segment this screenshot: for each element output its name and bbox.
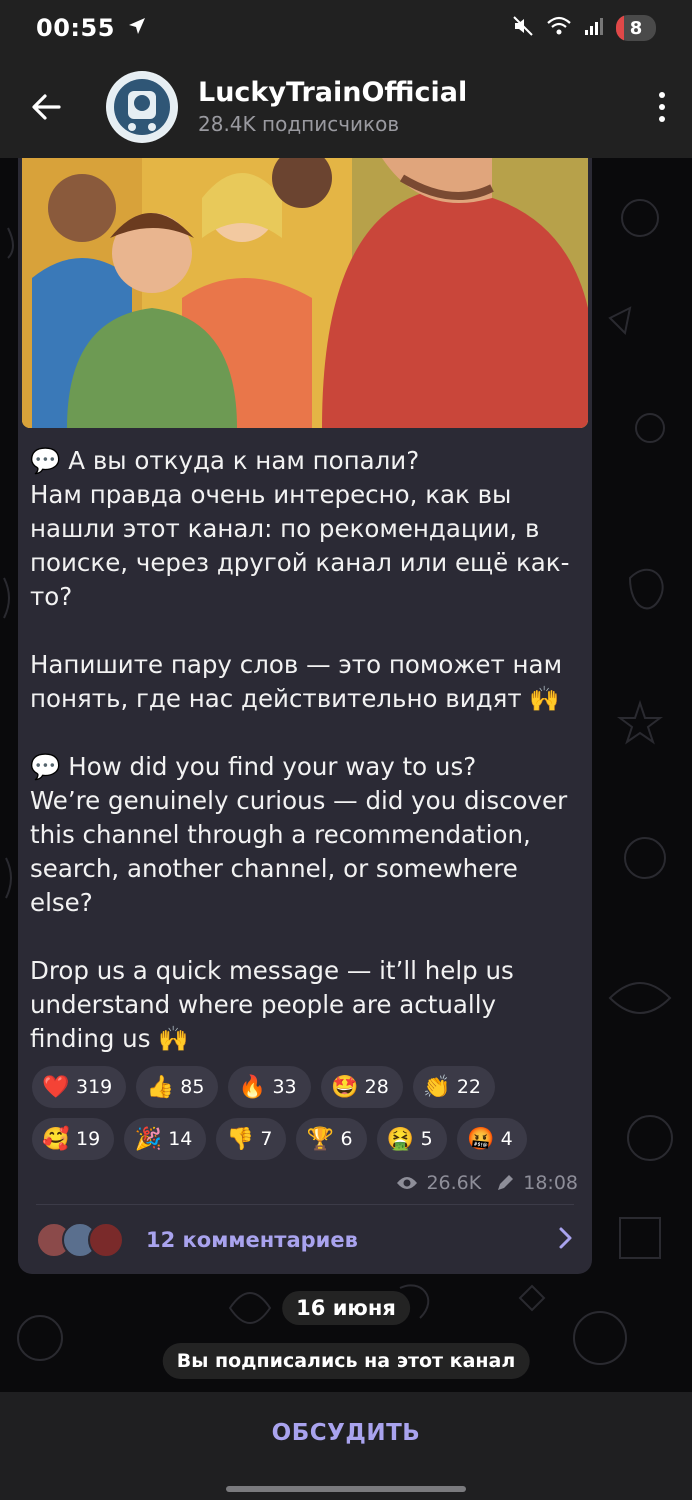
- post-paragraph: 💬 How did you find your way to us? We’re…: [30, 752, 568, 917]
- post-paragraph: Напишите пару слов — это поможет нам пон…: [30, 650, 563, 713]
- reaction-star-struck[interactable]: 🤩 28: [320, 1066, 403, 1108]
- channel-name: LuckyTrainOfficial: [198, 77, 468, 108]
- reaction-count: 19: [76, 1128, 101, 1150]
- reaction-count: 7: [260, 1128, 273, 1150]
- bottom-bar: ОБСУДИТЬ: [0, 1392, 692, 1500]
- reaction-count: 22: [456, 1076, 482, 1098]
- eye-icon: [397, 1177, 418, 1189]
- reaction-fire[interactable]: 🔥 33: [228, 1066, 311, 1108]
- reaction-heart[interactable]: ❤️ 319: [32, 1066, 127, 1108]
- more-options-button[interactable]: [632, 56, 692, 158]
- wifi-icon: [546, 16, 572, 40]
- clap-icon: 👏: [423, 1074, 451, 1100]
- star-struck-icon: 🤩: [330, 1074, 359, 1100]
- post-meta: 26.6K 18:08: [396, 1172, 578, 1194]
- mute-icon: [512, 15, 534, 41]
- reaction-clap[interactable]: 👏 22: [412, 1066, 496, 1108]
- thumbs-up-icon: 👍: [146, 1074, 174, 1100]
- post-image[interactable]: [22, 158, 588, 428]
- date-separator: 16 июня: [282, 1291, 410, 1325]
- reaction-count: 85: [180, 1076, 205, 1098]
- reaction-count: 4: [500, 1128, 513, 1150]
- navigation-arrow-icon: [127, 16, 147, 40]
- party-popper-icon: 🎉: [134, 1126, 162, 1152]
- channel-header: LuckyTrainOfficial 28.4K подписчиков: [0, 56, 692, 158]
- fire-icon: 🔥: [238, 1074, 267, 1100]
- thumbs-down-icon: 👎: [226, 1126, 255, 1152]
- battery-level: 8: [629, 17, 643, 39]
- reaction-thumbs-down[interactable]: 👎 7: [216, 1118, 287, 1160]
- reaction-count: 33: [272, 1076, 297, 1098]
- reaction-trophy[interactable]: 🏆 6: [296, 1118, 367, 1160]
- channel-info[interactable]: LuckyTrainOfficial 28.4K подписчиков: [198, 76, 467, 138]
- cursing-face-icon: 🤬: [466, 1126, 495, 1152]
- divider: [36, 1204, 574, 1205]
- subscriber-count: 28.4K подписчиков: [198, 112, 400, 136]
- signal-icon: [584, 16, 604, 40]
- reaction-count: 6: [340, 1128, 353, 1150]
- reaction-party[interactable]: 🎉 14: [124, 1118, 207, 1160]
- back-button[interactable]: [0, 56, 92, 158]
- reaction-smiling-hearts[interactable]: 🥰 19: [32, 1118, 115, 1160]
- heart-icon: ❤️: [42, 1074, 70, 1100]
- reaction-count: 28: [364, 1076, 389, 1098]
- reaction-count: 14: [168, 1128, 193, 1150]
- status-time: 00:55: [36, 14, 115, 42]
- post-paragraph: 💬 А вы откуда к нам попали? Нам правда о…: [30, 446, 570, 611]
- vomiting-face-icon: 🤮: [386, 1126, 415, 1152]
- post-paragraph: Drop us a quick message — it’ll help us …: [30, 956, 514, 1053]
- battery-indicator: 8: [616, 15, 656, 41]
- avatar: [88, 1222, 124, 1258]
- home-indicator[interactable]: [226, 1486, 466, 1492]
- edited-pencil-icon: [498, 1175, 514, 1190]
- illustration-crowd: [22, 158, 588, 428]
- channel-post: 💬 А вы откуда к нам попали? Нам правда о…: [18, 158, 592, 1274]
- reaction-count: 319: [76, 1076, 113, 1098]
- train-logo-icon: [108, 73, 176, 141]
- chevron-right-icon: [558, 1226, 574, 1254]
- status-bar: 00:55 8: [0, 0, 692, 56]
- system-message: Вы подписались на этот канал: [162, 1343, 530, 1379]
- reactions-row: 🥰 19 🎉 14 👎 7 🏆 6 🤮 5 🤬 4: [32, 1118, 588, 1160]
- trophy-icon: 🏆: [306, 1126, 335, 1152]
- reactions-row: ❤️ 319 👍 85 🔥 33 🤩 28 👏 22: [32, 1066, 588, 1108]
- post-time: 18:08: [523, 1172, 578, 1194]
- post-text: 💬 А вы откуда к нам попали? Нам правда о…: [30, 444, 586, 1056]
- smiling-hearts-icon: 🥰: [42, 1126, 70, 1152]
- channel-avatar[interactable]: [106, 71, 178, 143]
- discuss-button[interactable]: ОБСУДИТЬ: [0, 1392, 692, 1474]
- reaction-count: 5: [420, 1128, 433, 1150]
- comments-button[interactable]: 12 комментариев: [18, 1216, 592, 1264]
- view-count: 26.6K: [426, 1172, 482, 1194]
- comments-label: 12 комментариев: [146, 1228, 358, 1252]
- back-arrow-icon: [32, 94, 61, 120]
- commenter-avatars: [36, 1222, 124, 1258]
- reactions: ❤️ 319 👍 85 🔥 33 🤩 28 👏 22 🥰 19 🎉 14 👎 7 🏆 6 🤮 5 🤬…: [32, 1066, 588, 1170]
- reaction-vomit[interactable]: 🤮 5: [376, 1118, 447, 1160]
- reaction-cursing[interactable]: 🤬 4: [456, 1118, 527, 1160]
- reaction-thumbs-up[interactable]: 👍 85: [136, 1066, 219, 1108]
